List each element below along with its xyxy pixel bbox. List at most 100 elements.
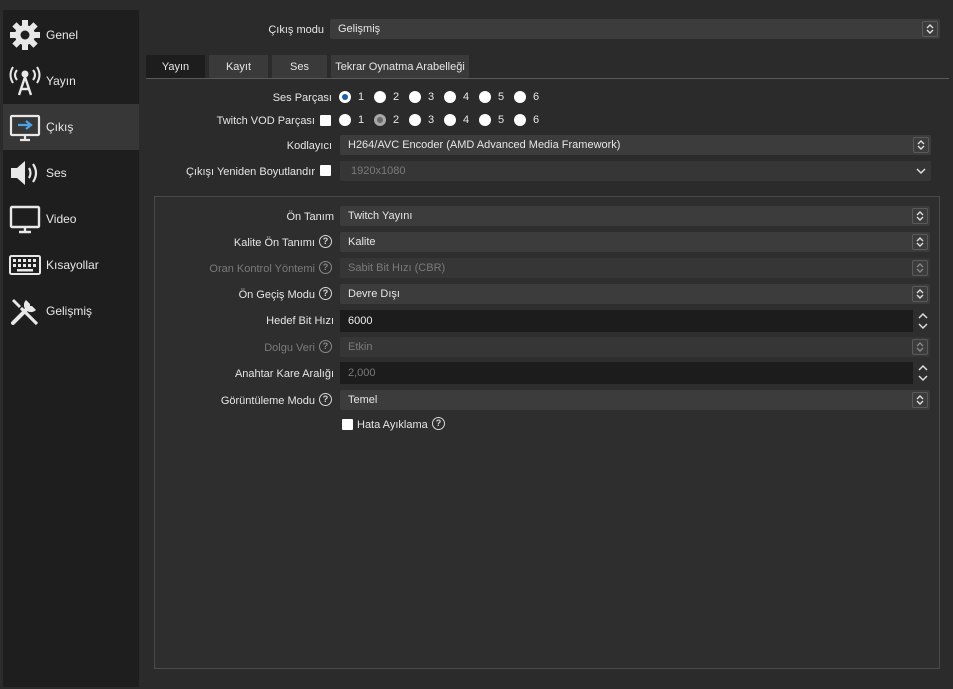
twitch-vod-radio-2[interactable]: 2: [374, 114, 399, 126]
twitch-vod-radio-1[interactable]: 1: [339, 114, 364, 126]
filler-data-label: Dolgu Veri: [264, 342, 315, 354]
radio-button[interactable]: [479, 114, 491, 126]
target-bitrate-label: Hedef Bit Hızı: [266, 315, 334, 327]
twitch-vod-radio-6[interactable]: 6: [514, 114, 539, 126]
debug-checkbox[interactable]: [342, 419, 353, 430]
rescale-value: 1920x1080: [351, 165, 406, 177]
encoder-label: Kodlayıcı: [286, 140, 332, 152]
sidebar-item-output[interactable]: Çıkış: [3, 104, 139, 150]
radio-button[interactable]: [339, 91, 351, 103]
updown-chevron-icon: [912, 234, 928, 250]
updown-chevron-icon: [912, 260, 928, 276]
updown-chevron-icon: [913, 137, 929, 153]
encoder-select[interactable]: H264/AVC Encoder (AMD Advanced Media Fra…: [340, 135, 931, 155]
rate-control-label: Oran Kontrol Yöntemi: [209, 263, 315, 275]
output-settings-panel: Çıkış modu Gelişmiş Yayın Kayıt Ses Tekr…: [140, 0, 953, 689]
target-bitrate-value: 6000: [348, 315, 373, 327]
rescale-label: Çıkışı Yeniden Boyutlandır: [185, 166, 315, 178]
updown-chevron-icon: [912, 286, 928, 302]
keyframe-interval-spinbox[interactable]: 2,000: [340, 362, 928, 384]
audio-track-radio-6[interactable]: 6: [514, 91, 539, 103]
sidebar-item-label: Ses: [46, 166, 67, 180]
audio-track-label: Ses Parçası: [272, 92, 332, 104]
help-icon[interactable]: ?: [432, 417, 445, 430]
rate-control-select[interactable]: Sabit Bit Hızı (CBR): [340, 258, 930, 278]
keyboard-icon: [7, 247, 43, 283]
audio-track-radio-5[interactable]: 5: [479, 91, 504, 103]
tab-divider: [146, 78, 949, 79]
quality-preset-value: Kalite: [348, 236, 376, 248]
keyframe-interval-label: Anahtar Kare Aralığı: [234, 368, 334, 380]
speaker-icon: [7, 155, 43, 191]
audio-track-radio-3[interactable]: 3: [409, 91, 434, 103]
radio-button[interactable]: [444, 114, 456, 126]
output-mode-value: Gelişmiş: [338, 23, 381, 35]
target-bitrate-spinbox[interactable]: 6000: [340, 310, 928, 332]
audio-track-radio-1[interactable]: 1: [339, 91, 364, 103]
help-icon[interactable]: ?: [319, 393, 332, 406]
twitch-vod-radio-3[interactable]: 3: [409, 114, 434, 126]
quality-preset-label: Kalite Ön Tanımı: [233, 237, 315, 249]
audio-track-radio-2[interactable]: 2: [374, 91, 399, 103]
antenna-icon: [7, 63, 43, 99]
radio-button[interactable]: [409, 114, 421, 126]
help-icon[interactable]: ?: [319, 235, 332, 248]
gear-icon: [7, 17, 43, 53]
help-icon[interactable]: ?: [319, 287, 332, 300]
spin-arrows-icon[interactable]: [915, 310, 931, 332]
radio-button[interactable]: [374, 114, 386, 126]
spin-arrows-icon[interactable]: [915, 362, 931, 384]
output-mode-label: Çıkış modu: [268, 24, 324, 36]
radio-button[interactable]: [339, 114, 351, 126]
sidebar-item-label: Kısayollar: [46, 258, 99, 272]
view-mode-label: Görüntüleme Modu: [220, 395, 315, 407]
updown-chevron-icon: [912, 339, 928, 355]
tools-icon: [7, 293, 43, 329]
sidebar-item-stream[interactable]: Yayın: [3, 58, 139, 104]
sidebar-item-advanced[interactable]: Gelişmiş: [3, 288, 139, 334]
prepass-select[interactable]: Devre Dışı: [340, 284, 930, 304]
twitch-vod-label: Twitch VOD Parçası: [216, 115, 315, 127]
preset-value: Twitch Yayını: [348, 210, 413, 222]
radio-button[interactable]: [514, 91, 526, 103]
sidebar-item-label: Video: [46, 212, 77, 226]
sidebar-item-audio[interactable]: Ses: [3, 150, 139, 196]
updown-chevron-icon: [912, 392, 928, 408]
sidebar-item-hotkeys[interactable]: Kısayollar: [3, 242, 139, 288]
filler-data-select[interactable]: Etkin: [340, 337, 930, 357]
sidebar-item-general[interactable]: Genel: [3, 12, 139, 58]
sidebar-item-video[interactable]: Video: [3, 196, 139, 242]
twitch-vod-radio-4[interactable]: 4: [444, 114, 469, 126]
prepass-value: Devre Dışı: [348, 288, 400, 300]
twitch-vod-radio-5[interactable]: 5: [479, 114, 504, 126]
radio-button[interactable]: [409, 91, 421, 103]
radio-button[interactable]: [374, 91, 386, 103]
radio-button[interactable]: [444, 91, 456, 103]
rescale-checkbox[interactable]: [320, 165, 331, 176]
sidebar-item-label: Yayın: [46, 74, 76, 88]
radio-button[interactable]: [479, 91, 491, 103]
help-icon[interactable]: ?: [319, 261, 332, 274]
output-icon: [7, 109, 43, 145]
sidebar-item-label: Gelişmiş: [46, 304, 93, 318]
preset-select[interactable]: Twitch Yayını: [340, 206, 930, 226]
sidebar-item-label: Çıkış: [46, 120, 74, 134]
radio-button[interactable]: [514, 114, 526, 126]
audio-track-radio-4[interactable]: 4: [444, 91, 469, 103]
twitch-vod-checkbox[interactable]: [320, 115, 331, 126]
help-icon[interactable]: ?: [319, 340, 332, 353]
tab-recording[interactable]: Kayıt: [209, 55, 268, 78]
tab-stream[interactable]: Yayın: [146, 55, 205, 78]
view-mode-select[interactable]: Temel: [340, 390, 930, 410]
settings-sidebar: Genel Yayın Çıkış Ses Video Kısayollar G…: [3, 10, 139, 687]
filler-data-value: Etkin: [348, 341, 373, 353]
output-mode-select[interactable]: Gelişmiş: [330, 19, 940, 39]
tab-replay-buffer[interactable]: Tekrar Oynatma Arabelleği: [331, 55, 469, 78]
quality-preset-select[interactable]: Kalite: [340, 232, 930, 252]
view-mode-value: Temel: [348, 394, 378, 406]
prepass-label: Ön Geçiş Modu: [238, 289, 315, 301]
encoder-value: H264/AVC Encoder (AMD Advanced Media Fra…: [348, 139, 621, 151]
sidebar-item-label: Genel: [46, 28, 79, 42]
rescale-select[interactable]: 1920x1080: [340, 161, 931, 181]
tab-audio[interactable]: Ses: [272, 55, 327, 78]
